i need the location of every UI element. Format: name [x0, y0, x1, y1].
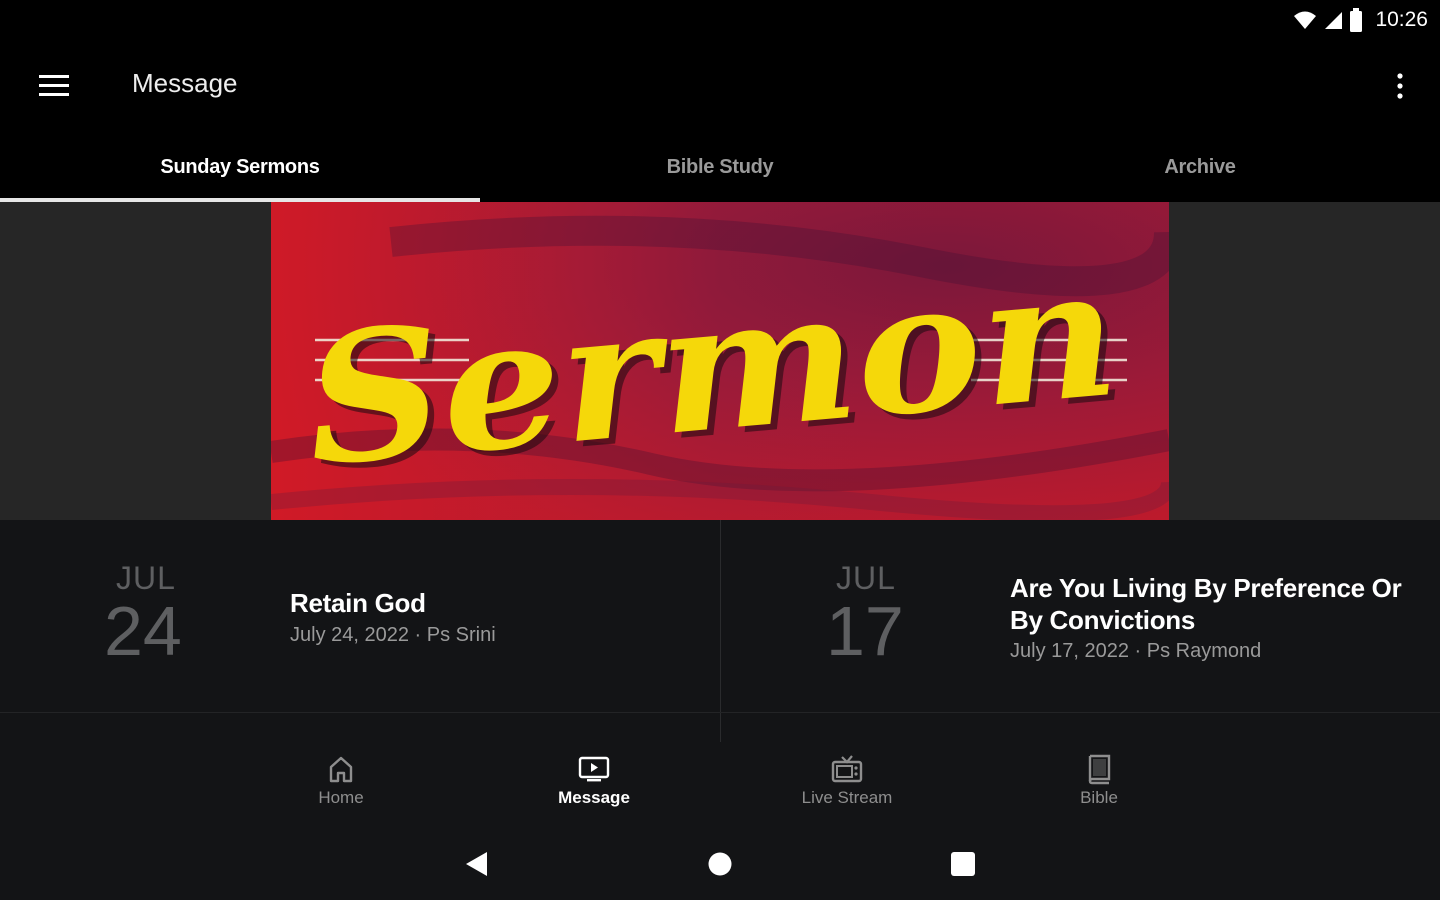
nav-label: Bible — [1080, 788, 1118, 807]
nav-bible[interactable]: Bible — [1019, 752, 1179, 822]
status-bar: 10:26 — [0, 0, 1440, 40]
back-icon — [466, 852, 487, 876]
sermon-banner-image[interactable]: Sermon Sermon — [271, 202, 1169, 520]
recents-button[interactable] — [945, 846, 981, 882]
home-button[interactable] — [702, 846, 738, 882]
tab-archive[interactable]: Archive — [960, 132, 1440, 202]
tv-icon — [831, 755, 863, 783]
hamburger-menu-icon — [39, 75, 69, 96]
sermon-title-line-2: By Convictions — [1010, 605, 1196, 635]
sermon-title-line-1: Are You Living By Preference Or — [1010, 573, 1402, 603]
more-vert-icon — [1397, 73, 1403, 99]
tab-label: Archive — [1164, 155, 1236, 178]
back-button[interactable] — [458, 846, 494, 882]
menu-button[interactable] — [34, 68, 74, 104]
signal-icon — [1325, 12, 1343, 29]
nav-message[interactable]: Message — [514, 752, 674, 822]
date-day: 17 — [826, 592, 904, 670]
nav-live-stream[interactable]: Live Stream — [767, 752, 927, 822]
recents-icon — [951, 852, 975, 876]
system-navigation-bar — [0, 828, 1440, 900]
tab-label: Sunday Sermons — [160, 155, 320, 178]
video-message-icon — [578, 756, 610, 782]
sermon-card[interactable]: JUL 17 Are You Living By Preference Or B… — [720, 520, 1440, 713]
overflow-menu-button[interactable] — [1390, 68, 1410, 104]
sermon-card[interactable]: JUL 24 Retain God July 24, 2022 · Ps Sri… — [0, 520, 720, 713]
tab-label: Bible Study — [666, 155, 774, 178]
date-day: 24 — [104, 592, 182, 670]
page-title: Message — [132, 68, 238, 98]
tab-bible-study[interactable]: Bible Study — [480, 132, 960, 202]
home-circle-icon — [708, 852, 732, 876]
sermon-subtitle: July 17, 2022 · Ps Raymond — [1010, 640, 1262, 662]
nav-label: Home — [318, 788, 364, 807]
app-bar: Message — [0, 40, 1440, 132]
status-icons: 10:26 — [1293, 6, 1428, 34]
battery-icon — [1350, 8, 1363, 32]
status-time: 10:26 — [1375, 8, 1428, 31]
sermon-subtitle: July 24, 2022 · Ps Srini — [290, 624, 496, 646]
wifi-icon — [1294, 11, 1317, 29]
list-divider — [0, 712, 1440, 713]
book-icon — [1088, 754, 1111, 785]
nav-home[interactable]: Home — [261, 752, 421, 822]
sermon-list: JUL 24 Retain God July 24, 2022 · Ps Sri… — [0, 520, 1440, 742]
nav-label: Live Stream — [801, 788, 893, 807]
bottom-navigation: Home Message Live Stream Bible — [0, 742, 1440, 828]
sermon-title: Retain God — [290, 588, 426, 618]
sermon-artwork: Sermon Sermon — [271, 202, 1169, 520]
tab-sunday-sermons[interactable]: Sunday Sermons — [0, 132, 480, 202]
home-icon — [329, 756, 353, 783]
tab-bar: Sunday Sermons Bible Study Archive — [0, 132, 1440, 202]
nav-label: Message — [558, 788, 630, 807]
banner-row: Sermon Sermon — [0, 202, 1440, 520]
